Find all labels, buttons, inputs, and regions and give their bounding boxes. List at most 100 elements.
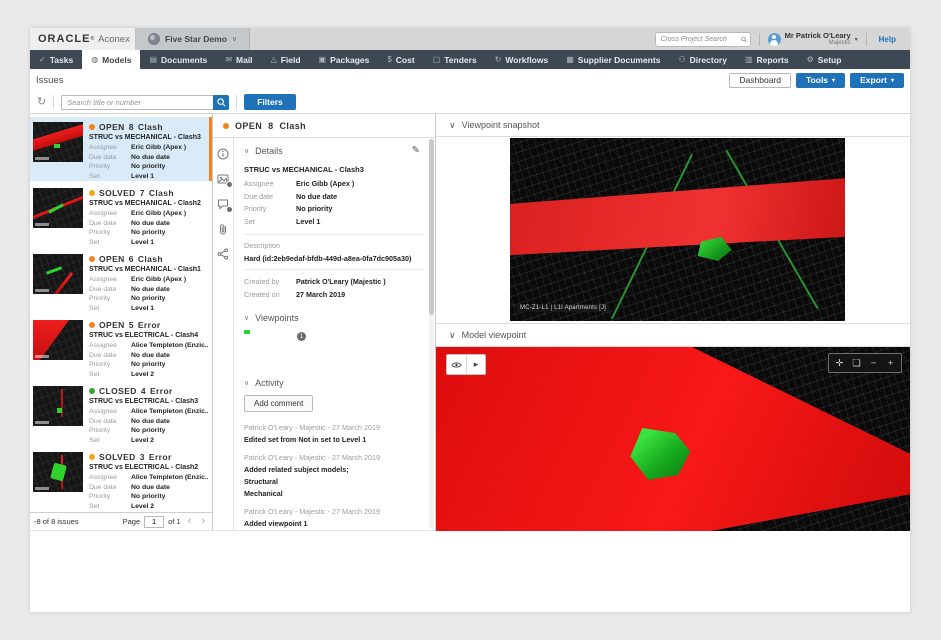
model-viewpoint-title: Model viewpoint (462, 330, 527, 340)
page-label: Page (123, 517, 141, 526)
nav-item-label: Tasks (50, 55, 73, 65)
divider (866, 33, 867, 46)
collapse-icon[interactable]: ∨ (449, 330, 456, 341)
cross-project-search[interactable] (655, 32, 751, 47)
model-3d-view[interactable]: ▸ ✛ ❏ − + (436, 347, 910, 531)
oracle-aconex-logo: ORACLE® Aconex (30, 28, 136, 50)
zoom-in-icon[interactable]: + (882, 354, 899, 372)
priority-value: No priority (131, 162, 165, 172)
collapse-icon[interactable]: ∨ (244, 379, 249, 387)
snapshots-icon[interactable] (217, 173, 229, 185)
help-link[interactable]: Help (875, 35, 900, 44)
activity-meta: Patrick O'Leary - Majestic - 27 March 20… (244, 453, 424, 462)
nav-item-field[interactable]: △ Field (262, 50, 310, 69)
priority-value: No priority (131, 492, 165, 502)
priority-value: No priority (131, 360, 165, 370)
count-badge (226, 181, 233, 188)
created-on-label: Created on (244, 289, 296, 302)
set-value: Level 1 (131, 172, 154, 182)
zoom-out-icon[interactable]: − (865, 354, 882, 372)
detail-status: OPEN (235, 121, 262, 131)
nav-item-tasks[interactable]: ✓ Tasks (30, 50, 82, 69)
assignee-value: Eric Gibb (Apex ) (131, 143, 186, 153)
nav-item-setup[interactable]: ⚙ Setup (798, 50, 851, 69)
priority-value: No priority (131, 294, 165, 304)
nav-item-documents[interactable]: ▤ Documents (140, 50, 216, 69)
attachment-icon[interactable] (217, 223, 229, 235)
viewpoint-thumbnail[interactable]: 1 (244, 330, 308, 368)
export-button[interactable]: Export▾ (850, 73, 904, 88)
activity-entry: Patrick O'Leary - Majestic - 27 March 20… (244, 423, 424, 444)
prev-page-icon[interactable]: ‹ (185, 516, 195, 527)
created-by-value: Patrick O'Leary (Majestic ) (296, 276, 386, 289)
nav-item-cost[interactable]: $ Cost (378, 50, 423, 69)
collapse-icon[interactable]: ∨ (244, 314, 249, 322)
visibility-eye-icon[interactable] (447, 355, 466, 374)
issue-card[interactable]: OPEN 6 Clash STRUC vs MECHANICAL - Clash… (30, 249, 212, 313)
nav-item-packages[interactable]: ▣ Packages (310, 50, 379, 69)
scrollbar-thumb[interactable] (429, 139, 434, 315)
refresh-icon[interactable]: ↻ (37, 97, 46, 108)
nav-item-models[interactable]: ◍ Models (82, 50, 140, 69)
filters-button[interactable]: Filters (244, 94, 296, 110)
set-value: Level 2 (131, 436, 154, 446)
collapse-icon[interactable]: ∨ (244, 147, 249, 155)
issue-number: 4 (141, 386, 146, 396)
issue-title: STRUC vs MECHANICAL - Clash3 (89, 134, 208, 141)
nav-item-supplier-documents[interactable]: ▦ Supplier Documents (557, 50, 669, 69)
viewpoint-snapshot-stage: MC-Z1-L1 | L1I Apartments [J] (436, 137, 910, 323)
nav-item-reports[interactable]: ▥ Reports (736, 50, 798, 69)
collapse-icon[interactable]: ∨ (449, 120, 456, 131)
field-label: Due date (244, 191, 296, 204)
tools-button[interactable]: Tools▾ (796, 73, 845, 88)
issue-card[interactable]: SOLVED 7 Clash STRUC vs MECHANICAL - Cla… (30, 183, 212, 247)
cross-project-search-input[interactable] (661, 36, 741, 43)
edit-icon[interactable]: ✎ (412, 145, 424, 156)
search-icon[interactable] (741, 35, 747, 44)
issue-search-input[interactable] (61, 95, 213, 110)
nav-item-label: Supplier Documents (578, 55, 661, 65)
issue-type: Error (149, 452, 172, 462)
pan-icon[interactable]: ✛ (831, 354, 848, 372)
info-icon[interactable] (217, 148, 229, 160)
search-button[interactable] (213, 95, 229, 110)
issue-type: Clash (138, 122, 163, 132)
issue-detail-header: OPEN 8 Clash (213, 114, 435, 138)
model-reference-label: MC-Z1-L1 | L1I Apartments [J] (517, 304, 609, 312)
nav-item-directory[interactable]: ⚇ Directory (669, 50, 736, 69)
nav-item-icon: ◍ (91, 55, 98, 64)
nav-item-workflows[interactable]: ↻ Workflows (486, 50, 558, 69)
comments-icon[interactable] (217, 198, 229, 210)
activity-meta: Patrick O'Leary - Majestic - 27 March 20… (244, 423, 424, 432)
issue-title: STRUC vs ELECTRICAL - Clash2 (89, 464, 208, 471)
issue-card[interactable]: OPEN 8 Clash STRUC vs MECHANICAL - Clash… (30, 117, 212, 181)
status-dot (89, 190, 95, 196)
page-input[interactable] (144, 516, 164, 528)
nav-item-tenders[interactable]: ▢ Tenders (424, 50, 486, 69)
issue-card[interactable]: SOLVED 3 Error STRUC vs ELECTRICAL - Cla… (30, 447, 212, 511)
nav-item-icon: ↻ (495, 55, 502, 64)
user-menu[interactable]: Mr Patrick O'Leary Majestic ▾ (768, 32, 858, 47)
assignee-value: Alice Templeton (Enzic... (131, 341, 208, 351)
issue-thumbnail (33, 320, 83, 360)
nav-item-label: Directory (690, 55, 727, 65)
project-selector[interactable]: Five Star Demo ∨ (136, 28, 250, 50)
next-page-icon[interactable]: › (198, 516, 208, 527)
set-value: Level 1 (131, 238, 154, 248)
issues-count: -8 of 8 issues (34, 517, 119, 526)
nav-item-label: Setup (818, 55, 842, 65)
count-badge (226, 206, 233, 213)
status-dot (89, 322, 95, 328)
related-models-icon[interactable] (217, 248, 229, 260)
issue-card[interactable]: CLOSED 4 Error STRUC vs ELECTRICAL - Cla… (30, 381, 212, 445)
add-comment-button[interactable]: Add comment (244, 395, 313, 412)
main-nav: ✓ Tasks ◍ Models ▤ Documents ✉ Mail △ Fi… (30, 50, 910, 69)
detail-number: 8 (268, 121, 273, 131)
issue-type: Error (138, 320, 161, 330)
scrollbar[interactable] (429, 139, 434, 529)
issue-card[interactable]: OPEN 5 Error STRUC vs ELECTRICAL - Clash… (30, 315, 212, 379)
orbit-cube-icon[interactable]: ❏ (848, 354, 865, 372)
dashboard-button[interactable]: Dashboard (729, 73, 791, 88)
expand-toolbar-icon[interactable]: ▸ (466, 355, 485, 374)
nav-item-mail[interactable]: ✉ Mail (216, 50, 261, 69)
